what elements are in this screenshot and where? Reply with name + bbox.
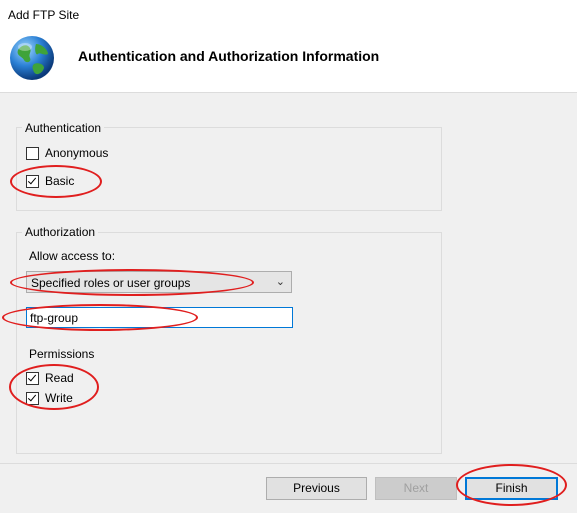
allow-access-label: Allow access to: (29, 249, 116, 263)
finish-button[interactable]: Finish (465, 477, 558, 500)
allow-access-select[interactable]: Specified roles or user groups ⌄ (26, 271, 292, 293)
basic-checkbox[interactable] (26, 175, 39, 188)
wizard-header: Add FTP Site Authentication and Authoriz… (0, 0, 577, 93)
write-checkbox[interactable] (26, 392, 39, 405)
read-label: Read (45, 371, 74, 385)
user-groups-input[interactable] (26, 307, 293, 328)
allow-access-value: Specified roles or user groups (31, 276, 191, 290)
write-label: Write (45, 391, 73, 405)
read-checkbox[interactable] (26, 372, 39, 385)
basic-label: Basic (45, 174, 75, 188)
chevron-down-icon: ⌄ (275, 276, 285, 288)
authorization-legend: Authorization (22, 225, 99, 239)
permissions-label: Permissions (29, 347, 95, 361)
authorization-group (16, 232, 442, 454)
anonymous-label: Anonymous (45, 146, 109, 160)
authentication-legend: Authentication (22, 121, 105, 135)
anonymous-checkbox[interactable] (26, 147, 39, 160)
previous-button[interactable]: Previous (266, 477, 367, 500)
next-button[interactable]: Next (375, 477, 457, 500)
page-heading: Authentication and Authorization Informa… (78, 48, 380, 64)
globe-icon (10, 36, 54, 80)
window-title: Add FTP Site (8, 8, 80, 22)
authentication-group (16, 127, 442, 211)
